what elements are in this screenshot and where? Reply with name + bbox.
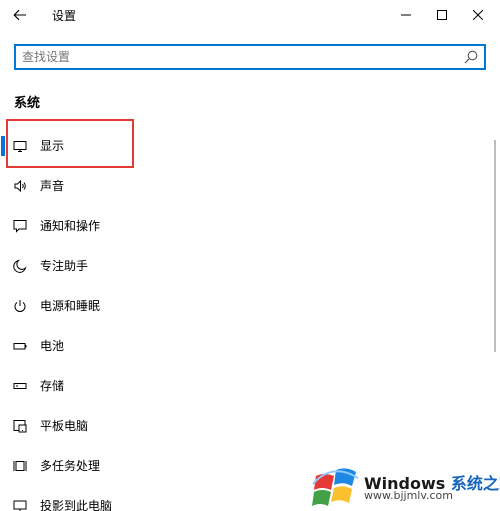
nav-item-label: 通知和操作	[40, 219, 101, 233]
back-button[interactable]	[8, 4, 32, 26]
project-icon	[12, 498, 28, 511]
highlight-box	[6, 119, 134, 168]
close-button[interactable]	[456, 0, 500, 30]
nav-item-storage[interactable]: 存储	[0, 366, 490, 406]
nav-item-label: 多任务处理	[40, 459, 101, 473]
section-heading: 系统	[14, 96, 41, 111]
nav-item-label: 专注助手	[40, 259, 89, 273]
nav-item-label: 平板电脑	[40, 419, 89, 433]
nav-item-power-sleep[interactable]: 电源和睡眠	[0, 286, 490, 326]
nav-item-tablet[interactable]: 平板电脑	[0, 406, 490, 446]
storage-icon	[12, 378, 28, 394]
scrollbar[interactable]	[494, 140, 496, 352]
nav-item-notifications[interactable]: 通知和操作	[0, 206, 490, 246]
speaker-icon	[12, 178, 28, 194]
watermark-url: www.bjjmlv.com	[364, 489, 453, 502]
nav-item-label: 电源和睡眠	[40, 299, 101, 313]
tablet-icon	[12, 418, 28, 434]
nav-item-label: 投影到此电脑	[40, 499, 113, 511]
battery-icon	[12, 338, 28, 354]
nav-item-focus-assist[interactable]: 专注助手	[0, 246, 490, 286]
minimize-icon	[401, 14, 411, 16]
maximize-icon	[437, 10, 447, 20]
nav-item-battery[interactable]: 电池	[0, 326, 490, 366]
title-bar: 设置	[0, 0, 500, 30]
nav-item-label: 存储	[40, 379, 65, 393]
watermark: Windows 系统之家 www.bjjmlv.com	[308, 460, 500, 511]
arrow-left-icon	[13, 9, 26, 21]
nav-item-sound[interactable]: 声音	[0, 166, 490, 206]
power-icon	[12, 298, 28, 314]
search-icon[interactable]	[464, 50, 478, 64]
search-box	[14, 44, 486, 70]
multitask-icon	[12, 458, 28, 474]
moon-icon	[12, 258, 28, 274]
nav-item-label: 声音	[40, 179, 65, 193]
search-input[interactable]	[16, 46, 456, 68]
nav-item-label: 电池	[40, 339, 65, 353]
windows-logo-icon	[312, 468, 359, 506]
notification-icon	[12, 218, 28, 234]
window-title: 设置	[52, 9, 77, 23]
close-icon	[473, 10, 483, 20]
